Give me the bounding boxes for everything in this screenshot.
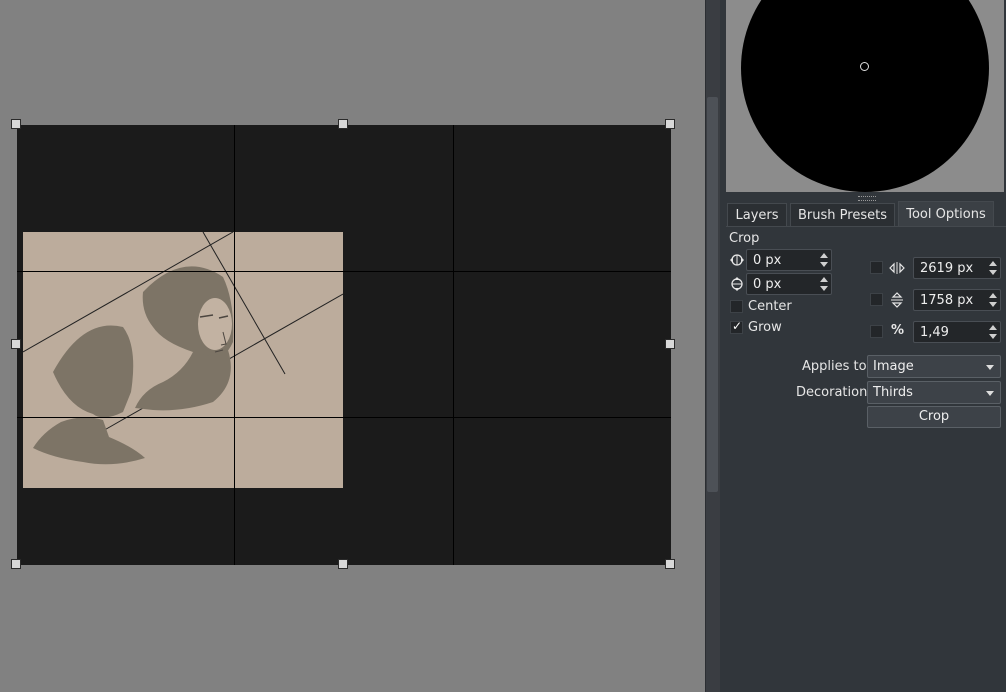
height-lock-checkbox[interactable] [870, 293, 883, 306]
crop-frame[interactable] [17, 125, 671, 565]
grow-checkbox[interactable] [730, 319, 743, 334]
vertical-arrows-icon [729, 276, 745, 292]
crop-handle-bottom-left[interactable] [11, 559, 21, 569]
brush-outline [741, 0, 989, 192]
height-stepper[interactable] [986, 290, 1000, 310]
ratio-symbol: % [891, 323, 905, 338]
crop-handle-left[interactable] [11, 339, 21, 349]
thirds-line-vertical [234, 125, 235, 565]
y-offset-field[interactable]: 0 px [746, 273, 832, 295]
width-stepper[interactable] [986, 258, 1000, 278]
decoration-value: Thirds [873, 385, 913, 400]
crop-button[interactable]: Crop [867, 406, 1001, 428]
ratio-value: 1,49 [920, 325, 949, 340]
section-title: Crop [729, 231, 760, 246]
height-arrows-icon [889, 292, 905, 308]
tab-tool-options[interactable]: Tool Options [898, 201, 994, 227]
chevron-down-icon [986, 365, 994, 370]
crop-handle-top-right[interactable] [665, 119, 675, 129]
x-offset-value: 0 px [753, 253, 782, 268]
crop-handle-right[interactable] [665, 339, 675, 349]
width-arrows-icon [889, 260, 905, 276]
panel-splitter[interactable] [858, 196, 876, 201]
width-field[interactable]: 2619 px [913, 257, 1001, 279]
tab-bar-divider [726, 226, 1006, 227]
brush-center-marker [860, 62, 869, 71]
applies-to-label: Applies to: [802, 359, 871, 374]
applies-to-select[interactable]: Image [867, 355, 1001, 378]
y-offset-stepper[interactable] [817, 274, 831, 294]
center-checkbox[interactable] [730, 300, 743, 313]
decoration-label: Decoration: [796, 385, 872, 400]
ratio-field[interactable]: 1,49 [913, 321, 1001, 343]
height-value: 1758 px [920, 293, 974, 308]
grow-label: Grow [748, 320, 782, 335]
brush-preview [726, 0, 1004, 192]
width-lock-checkbox[interactable] [870, 261, 883, 274]
crop-handle-top[interactable] [338, 119, 348, 129]
crop-handle-top-left[interactable] [11, 119, 21, 129]
tab-brush-presets[interactable]: Brush Presets [790, 203, 895, 227]
crop-handle-bottom[interactable] [338, 559, 348, 569]
center-label: Center [748, 299, 792, 314]
canvas-area[interactable] [0, 0, 705, 692]
y-offset-value: 0 px [753, 277, 782, 292]
ratio-stepper[interactable] [986, 322, 1000, 342]
thirds-line-vertical [453, 125, 454, 565]
chevron-down-icon [986, 391, 994, 396]
horizontal-arrows-icon [729, 252, 745, 268]
ratio-lock-checkbox[interactable] [870, 325, 883, 338]
height-field[interactable]: 1758 px [913, 289, 1001, 311]
x-offset-stepper[interactable] [817, 250, 831, 270]
crop-handle-bottom-right[interactable] [665, 559, 675, 569]
scrollbar-thumb[interactable] [707, 97, 718, 492]
x-offset-field[interactable]: 0 px [746, 249, 832, 271]
thirds-line-horizontal [17, 271, 671, 272]
tab-layers[interactable]: Layers [727, 203, 787, 227]
decoration-select[interactable]: Thirds [867, 381, 1001, 404]
applies-to-value: Image [873, 359, 914, 374]
width-value: 2619 px [920, 261, 974, 276]
thirds-line-horizontal [17, 417, 671, 418]
